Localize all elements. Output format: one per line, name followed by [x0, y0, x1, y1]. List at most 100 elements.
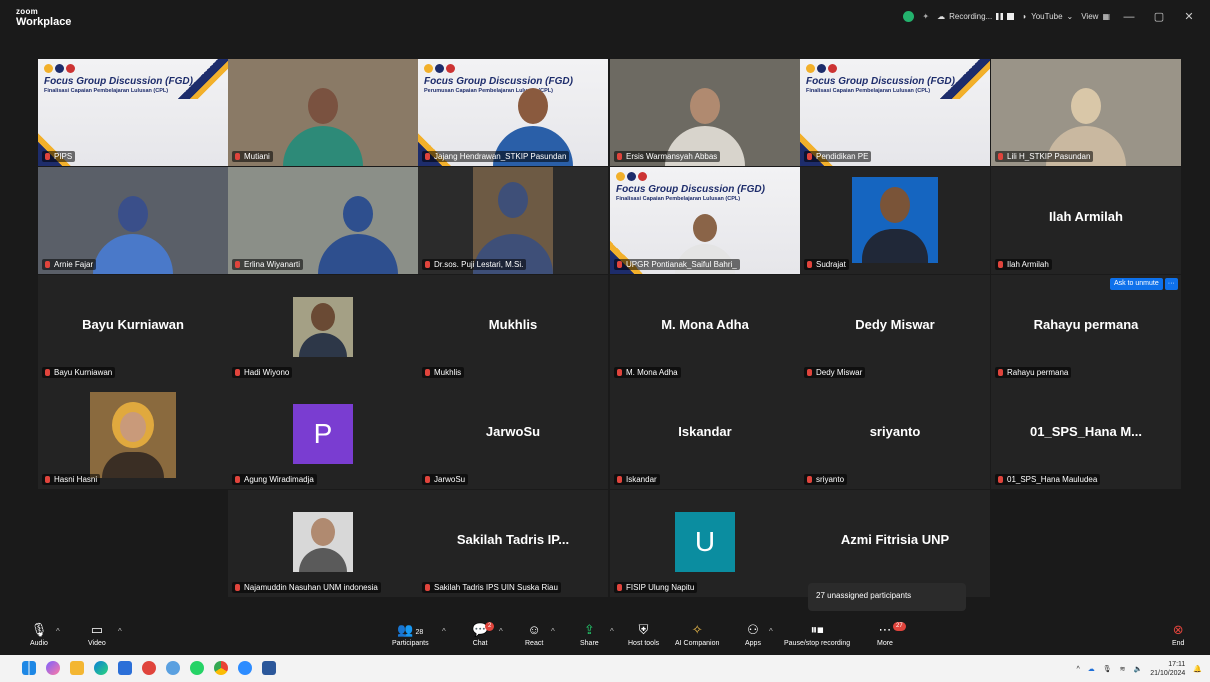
camera-icon: ▭ [90, 622, 104, 637]
participant-tile[interactable]: Hadi Wiyono [228, 275, 418, 382]
youtube-label: YouTube [1031, 12, 1063, 21]
participant-tile[interactable]: 01_SPS_Hana M... 01_SPS_Hana Mauludea [991, 382, 1181, 489]
mic-icon[interactable]: 🎙 [1103, 665, 1112, 673]
participant-tile[interactable]: Rahayu permana Rahayu permana [991, 275, 1181, 382]
chat-chevron-icon[interactable]: ^ [499, 627, 503, 636]
participant-tile[interactable]: P Agung Wiradimadja [228, 382, 418, 489]
host-tools-label: Host tools [628, 640, 660, 647]
host-tools-button[interactable]: ⛨ Host tools [628, 621, 659, 647]
windows-start-icon[interactable] [22, 661, 36, 675]
app-icon[interactable] [142, 661, 156, 675]
pause-stop-recording-button[interactable]: ⏸⏹ Pause/stop recording [784, 621, 850, 647]
more-button[interactable]: ⋯ More [877, 621, 893, 647]
participant-tile-active-speaker[interactable]: Focus Group Discussion (FGD) Perumusan C… [418, 59, 608, 166]
file-explorer-icon[interactable] [70, 661, 84, 675]
participant-tile[interactable]: Ilah Armilah Ilah Armilah [991, 167, 1181, 274]
chrome-icon[interactable] [214, 661, 228, 675]
participant-tile[interactable]: Erlina Wiyanarti [228, 167, 418, 274]
tile-more-button[interactable]: ··· [1164, 278, 1178, 290]
logos-icon [44, 64, 75, 73]
apps-icon: ⚇ [747, 622, 759, 637]
participant-tile[interactable]: Mutiani [228, 59, 418, 166]
participant-tile[interactable]: Iskandar Iskandar [610, 382, 800, 489]
participant-name: Hasni Hasni [42, 474, 101, 485]
profile-photo [293, 297, 353, 357]
participant-tile[interactable]: Sakilah Tadris IP... Sakilah Tadris IPS … [418, 490, 608, 597]
ai-companion-button[interactable]: ✧ AI Companion [675, 621, 719, 647]
end-meeting-button[interactable]: ⊗ End [1172, 621, 1184, 647]
participant-tile[interactable]: Bayu Kurniawan Bayu Kurniawan [38, 275, 228, 382]
participant-tile[interactable]: sriyanto sriyanto [800, 382, 990, 489]
participant-tile[interactable]: Lili H_STKIP Pasundan [991, 59, 1181, 166]
grid-icon: ▦ [1102, 12, 1110, 21]
audio-options-chevron-icon[interactable]: ^ [56, 627, 60, 636]
security-shield-icon[interactable] [903, 11, 915, 22]
participant-name: UPGR Pontianak_Saiful Bahri_ [614, 259, 740, 270]
participant-tile[interactable]: Dedy Miswar Dedy Miswar [800, 275, 990, 382]
participant-tile[interactable]: Mukhlis Mukhlis [418, 275, 608, 382]
participant-tile[interactable]: Sudrajat [800, 167, 990, 274]
onedrive-cloud-icon[interactable]: ☁ [1088, 665, 1095, 673]
edge-icon[interactable] [94, 661, 108, 675]
clock-date: 21/10/2024 [1150, 670, 1186, 677]
participant-tile[interactable]: Dr.sos. Puji Lestari, M.Si. [418, 167, 608, 274]
participant-tile[interactable]: Hasni Hasni [38, 382, 228, 489]
zoom-app-icon[interactable] [238, 661, 252, 675]
participant-display-name: 01_SPS_Hana M... [1030, 424, 1142, 439]
participants-chevron-icon[interactable]: ^ [442, 627, 446, 636]
close-button[interactable]: ✕ [1178, 10, 1200, 23]
participants-count: 28 [415, 629, 424, 636]
maximize-button[interactable]: ▢ [1148, 10, 1170, 23]
ask-to-unmute-button[interactable]: Ask to unmute [1110, 278, 1163, 290]
windows-taskbar: ^ ☁ 🎙 ≋ 🔈 17:11 21/10/2024 🔔 [0, 655, 1210, 682]
video-options-chevron-icon[interactable]: ^ [118, 627, 122, 636]
participant-tile[interactable]: Focus Group Discussion (FGD) Finalisasi … [610, 167, 800, 274]
participant-name: Erlina Wiyanarti [232, 259, 304, 270]
more-dots-icon: ⋯ [878, 622, 892, 637]
participant-tile[interactable]: Focus Group Discussion (FGD) Finalisasi … [800, 59, 990, 166]
react-button[interactable]: ☺ React [525, 621, 543, 647]
participant-tile[interactable]: JarwoSu JarwoSu [418, 382, 608, 489]
video-button[interactable]: ▭ Video [88, 621, 106, 647]
sparkle-icon[interactable]: ✦ [922, 12, 929, 21]
app-icon[interactable] [166, 661, 180, 675]
share-chevron-icon[interactable]: ^ [610, 627, 614, 636]
store-icon[interactable] [118, 661, 132, 675]
participant-display-name: JarwoSu [485, 424, 541, 439]
zoom-brand: zoom Workplace [16, 8, 71, 28]
speaker-icon[interactable]: 🔈 [1134, 665, 1143, 673]
react-chevron-icon[interactable]: ^ [551, 627, 555, 636]
apps-chevron-icon[interactable]: ^ [769, 627, 773, 636]
profile-photo [852, 177, 938, 263]
word-icon[interactable] [262, 661, 276, 675]
participants-button[interactable]: 👥 28 Participants [392, 621, 429, 647]
livestream-youtube[interactable]: ◗ YouTube ⌄ [1022, 12, 1073, 21]
audio-button[interactable]: 🎙 Audio [30, 621, 48, 647]
notification-bell-icon[interactable]: 🔔 [1193, 665, 1202, 673]
wifi-icon[interactable]: ≋ [1120, 665, 1126, 673]
apps-button[interactable]: ⚇ Apps [745, 621, 761, 647]
participant-tile[interactable]: Azmi Fitrisia UNP [800, 490, 990, 597]
view-menu[interactable]: View ▦ [1081, 12, 1110, 21]
pause-icon[interactable] [996, 13, 1004, 20]
chat-label: Chat [472, 640, 488, 647]
recording-indicator[interactable]: ☁ Recording... [937, 12, 1015, 21]
apps-label: Apps [745, 640, 761, 647]
profile-photo [293, 512, 353, 572]
share-button[interactable]: ⇪ Share [580, 621, 599, 647]
participant-name: 01_SPS_Hana Mauludea [995, 474, 1101, 485]
stop-icon[interactable] [1007, 13, 1015, 20]
participant-tile[interactable]: Najamuddin Nasuhan UNM indonesia [228, 490, 418, 597]
participant-tile[interactable]: Focus Group Discussion (FGD) Finalisasi … [38, 59, 228, 166]
participant-tile[interactable]: Arnie Fajar [38, 167, 228, 274]
clock[interactable]: 17:11 21/10/2024 [1150, 660, 1185, 678]
participant-tile[interactable]: U FISIP Ulung Napitu [610, 490, 800, 597]
participant-tile[interactable]: Ersis Warmansyah Abbas [610, 59, 800, 166]
whatsapp-icon[interactable] [190, 661, 204, 675]
participant-tile[interactable]: M. Mona Adha M. Mona Adha [610, 275, 800, 382]
logos-icon [616, 172, 647, 181]
chevron-up-icon[interactable]: ^ [1076, 666, 1079, 673]
copilot-icon[interactable] [46, 661, 60, 675]
participant-display-name: Rahayu permana [1033, 317, 1139, 332]
minimize-button[interactable]: — [1118, 11, 1140, 23]
